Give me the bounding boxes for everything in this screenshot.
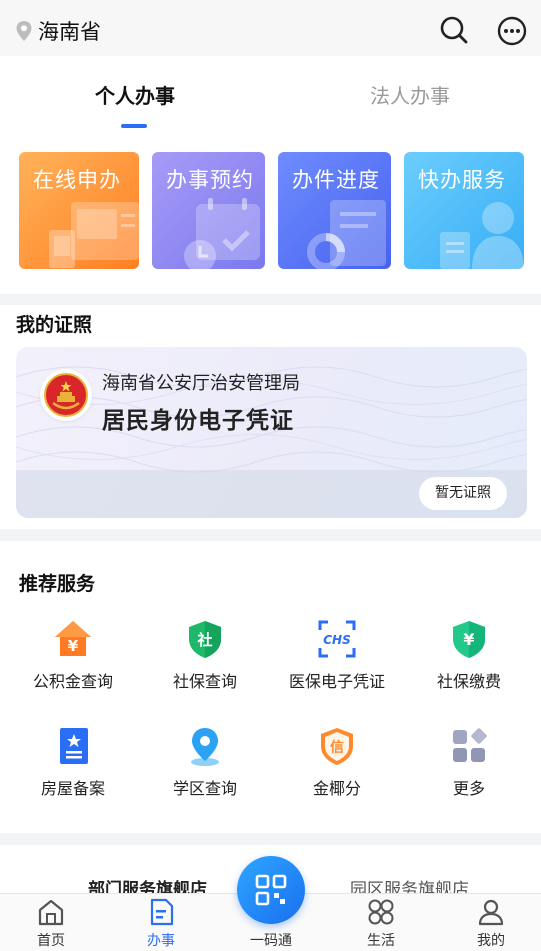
service-label: 金椰分 <box>312 779 361 798</box>
search-icon[interactable] <box>438 14 470 46</box>
service-more[interactable]: 更多 <box>403 725 535 799</box>
recommended-services-section: 推荐服务 ¥ 公积金查询 社 社保查询 CHS 医保电子凭证 ¥ 社保缴费 房屋… <box>0 541 541 833</box>
service-social-security-payment[interactable]: ¥ 社保缴费 <box>403 618 535 692</box>
tile-progress[interactable]: 办件进度 <box>278 152 391 269</box>
svg-text:信: 信 <box>330 739 344 756</box>
certificate-name: 居民身份电子凭证 <box>102 408 294 434</box>
nav-label: 生活 <box>367 933 395 949</box>
service-house-record[interactable]: 房屋备案 <box>7 725 139 799</box>
tile-online-apply[interactable]: 在线申办 <box>19 152 139 269</box>
active-tab-indicator <box>121 124 147 128</box>
life-icon <box>368 899 394 925</box>
nav-profile[interactable]: 我的 <box>451 898 531 950</box>
tile-appointment[interactable]: 办事预约 <box>152 152 265 269</box>
tile-label: 办件进度 <box>292 168 380 192</box>
my-certificates-section: 我的证照 海南省公安厅治安管理局 居民身份电子凭证 暂无证照 <box>0 305 541 529</box>
nav-label: 我的 <box>477 933 505 949</box>
service-label: 社保缴费 <box>436 672 501 691</box>
nav-qr-code-button[interactable] <box>237 856 305 924</box>
services-top-panel: 个人办事 法人办事 在线申办 办事预约 办件进度 快办服务 <box>0 56 541 294</box>
more-icon[interactable] <box>495 14 529 48</box>
location-pin-icon <box>16 21 32 41</box>
service-label: 学区查询 <box>172 779 237 798</box>
national-emblem-icon <box>40 369 92 421</box>
service-social-security-query[interactable]: 社 社保查询 <box>139 618 271 692</box>
social-security-payment-icon: ¥ <box>453 621 485 658</box>
svg-text:¥: ¥ <box>463 630 474 649</box>
tile-label: 快办服务 <box>418 168 506 192</box>
tile-fast-service[interactable]: 快办服务 <box>404 152 524 269</box>
qr-code-icon <box>255 874 287 906</box>
affairs-icon <box>150 898 174 926</box>
tile-label: 在线申办 <box>33 168 121 192</box>
profile-icon <box>478 899 504 926</box>
credit-score-icon: 信 <box>321 728 353 765</box>
service-medical-insurance[interactable]: CHS 医保电子凭证 <box>271 618 403 692</box>
service-school-district[interactable]: 学区查询 <box>139 725 271 799</box>
tile-label: 办事预约 <box>166 168 254 192</box>
nav-home[interactable]: 首页 <box>11 898 91 950</box>
nav-label: 首页 <box>37 933 65 949</box>
service-label: 社保查询 <box>172 672 237 691</box>
service-label: 房屋备案 <box>40 779 105 798</box>
nav-life[interactable]: 生活 <box>341 898 421 950</box>
school-district-pin-icon <box>191 728 219 766</box>
svg-text:社: 社 <box>196 631 212 649</box>
service-label: 更多 <box>452 779 485 798</box>
svg-text:CHS: CHS <box>323 633 351 647</box>
more-grid-icon <box>453 728 487 762</box>
section-title: 推荐服务 <box>19 573 96 595</box>
nav-affairs[interactable]: 办事 <box>121 898 201 950</box>
tab-legal-affairs[interactable]: 法人办事 <box>370 80 450 109</box>
certificate-issuer: 海南省公安厅治安管理局 <box>102 373 300 394</box>
service-label: 公积金查询 <box>32 672 113 691</box>
home-icon <box>38 899 64 926</box>
service-housing-fund[interactable]: ¥ 公积金查询 <box>7 618 139 692</box>
top-header: 海南省 <box>0 0 541 56</box>
housing-fund-icon: ¥ <box>55 621 91 656</box>
nav-qr-code-label: 一码通 <box>250 933 292 949</box>
certificate-card[interactable]: 海南省公安厅治安管理局 居民身份电子凭证 暂无证照 <box>16 347 527 518</box>
nav-label: 办事 <box>147 933 175 949</box>
section-title: 我的证照 <box>16 314 93 336</box>
location-label[interactable]: 海南省 <box>38 16 101 46</box>
certificate-status-badge[interactable]: 暂无证照 <box>419 477 507 510</box>
house-record-icon <box>60 728 88 764</box>
social-security-shield-icon: 社 <box>189 621 221 658</box>
medical-insurance-icon: CHS <box>318 620 356 658</box>
svg-text:¥: ¥ <box>68 637 79 655</box>
service-label: 医保电子凭证 <box>288 672 385 691</box>
tab-personal-affairs[interactable]: 个人办事 <box>95 80 175 109</box>
service-credit-score[interactable]: 信 金椰分 <box>271 725 403 799</box>
